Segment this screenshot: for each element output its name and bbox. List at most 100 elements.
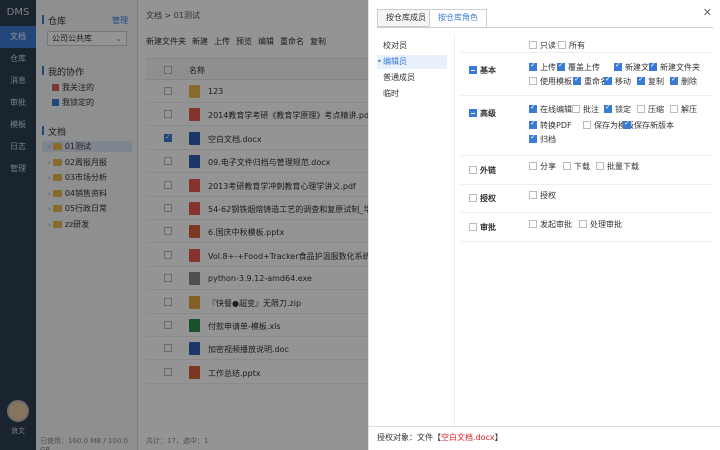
- checkbox[interactable]: [604, 103, 612, 113]
- permission-checkbox[interactable]: 授权: [529, 190, 556, 201]
- checkbox[interactable]: [583, 121, 591, 129]
- checkbox[interactable]: [529, 133, 537, 143]
- permission-label: 所有: [569, 41, 585, 50]
- role-item[interactable]: 校对员: [377, 39, 447, 53]
- checkbox[interactable]: [563, 162, 571, 170]
- permission-checkbox[interactable]: 锁定: [604, 103, 631, 115]
- checkbox[interactable]: [604, 75, 612, 85]
- auth-target-file: 空白文档.docx: [441, 433, 495, 442]
- group-label: 基本: [480, 66, 496, 75]
- checkbox[interactable]: [649, 61, 657, 71]
- permission-label: 转换PDF: [540, 121, 572, 130]
- checkbox[interactable]: [670, 105, 678, 113]
- role-item[interactable]: 编辑员: [377, 55, 447, 69]
- permission-checkbox[interactable]: 保存新版本: [623, 119, 674, 131]
- checkbox[interactable]: [529, 162, 537, 170]
- divider: [461, 212, 713, 213]
- permission-group[interactable]: 审批: [469, 222, 496, 233]
- permission-checkbox[interactable]: 删除: [670, 75, 697, 87]
- checkbox[interactable]: [670, 75, 678, 85]
- checkbox[interactable]: [614, 61, 622, 71]
- checkbox[interactable]: [558, 41, 566, 49]
- role-item[interactable]: 临时: [377, 87, 447, 101]
- permission-checkbox[interactable]: 重命名: [573, 75, 608, 87]
- app-window: DMS 文档 仓库 消息 审批 模板 日志 管理 浪文 仓库 管理 公司公共库 ⌄ 我的协作 …: [0, 0, 720, 450]
- checkbox[interactable]: [623, 119, 631, 129]
- auth-target-label: 授权对象：: [377, 433, 417, 442]
- modal-overlay[interactable]: [0, 0, 368, 450]
- group-checkbox[interactable]: [469, 194, 477, 202]
- permission-checkbox[interactable]: 下载: [563, 161, 590, 172]
- group-label: 审批: [480, 223, 496, 232]
- close-icon[interactable]: ✕: [703, 6, 712, 19]
- group-label: 外链: [480, 166, 496, 175]
- checkbox[interactable]: [596, 162, 604, 170]
- permission-checkbox[interactable]: 批量下载: [596, 161, 639, 172]
- auth-target: 授权对象：文件【空白文档.docx】: [369, 426, 720, 450]
- group-label: 授权: [480, 194, 496, 203]
- permission-label: 批量下载: [607, 162, 639, 171]
- permission-label: 发起审批: [540, 220, 572, 229]
- checkbox[interactable]: [637, 105, 645, 113]
- divider: [461, 241, 713, 242]
- permission-label: 只读: [540, 41, 556, 50]
- divider: [461, 52, 713, 53]
- permission-checkbox[interactable]: 解压: [670, 104, 697, 115]
- auth-target-prefix: 文件【: [417, 433, 441, 442]
- permission-label: 复制: [648, 77, 664, 86]
- permission-checkbox[interactable]: 只读: [529, 40, 556, 51]
- checkbox[interactable]: [637, 75, 645, 85]
- permission-group[interactable]: 高级: [469, 108, 496, 119]
- checkbox[interactable]: [557, 61, 565, 71]
- tab-by-member[interactable]: 按仓库成员: [377, 9, 435, 27]
- checkbox[interactable]: [529, 61, 537, 71]
- permission-checkbox[interactable]: 处理审批: [579, 219, 622, 230]
- permission-label: 处理审批: [590, 220, 622, 229]
- permission-label: 压缩: [648, 105, 664, 114]
- permission-label: 上传: [540, 63, 556, 72]
- auth-target-suffix: 】: [494, 433, 503, 442]
- permission-checkbox[interactable]: 归档: [529, 133, 556, 145]
- permission-checkbox[interactable]: 移动: [604, 75, 631, 87]
- permission-label: 覆盖上传: [568, 63, 600, 72]
- permission-checkbox[interactable]: 上传: [529, 61, 556, 73]
- tab-by-role[interactable]: 按仓库角色: [429, 9, 487, 27]
- checkbox[interactable]: [529, 119, 537, 129]
- permission-label: 保存新版本: [634, 121, 674, 130]
- permission-label: 授权: [540, 191, 556, 200]
- checkbox[interactable]: [573, 75, 581, 85]
- permission-checkbox[interactable]: 发起审批: [529, 219, 572, 230]
- role-item[interactable]: 普通成员: [377, 71, 447, 85]
- permission-checkbox[interactable]: 压缩: [637, 104, 664, 115]
- permission-checkbox[interactable]: 新建文件夹: [649, 61, 700, 73]
- checkbox[interactable]: [579, 220, 587, 228]
- permission-checkbox[interactable]: 所有: [558, 40, 585, 51]
- permission-checkbox[interactable]: 复制: [637, 75, 664, 87]
- group-checkbox[interactable]: [469, 166, 477, 174]
- permission-label: 分享: [540, 162, 556, 171]
- divider: [461, 155, 713, 156]
- permission-label: 下载: [574, 162, 590, 171]
- permission-checkbox[interactable]: 批注: [572, 104, 599, 115]
- permission-group[interactable]: 外链: [469, 165, 496, 176]
- permission-label: 新建文件夹: [660, 63, 700, 72]
- group-checkbox[interactable]: [469, 223, 477, 231]
- permission-label: 归档: [540, 135, 556, 144]
- checkbox[interactable]: [572, 105, 580, 113]
- checkbox[interactable]: [529, 41, 537, 49]
- permission-label: 批注: [583, 105, 599, 114]
- role-list: 校对员编辑员普通成员临时: [377, 34, 455, 426]
- permission-checkbox[interactable]: 转换PDF: [529, 119, 572, 131]
- checkbox[interactable]: [529, 220, 537, 228]
- checkbox[interactable]: [529, 77, 537, 85]
- permission-group[interactable]: 授权: [469, 193, 496, 204]
- checkbox[interactable]: [529, 191, 537, 199]
- permission-checkbox[interactable]: 使用模板: [529, 76, 572, 87]
- permission-group[interactable]: 基本: [469, 65, 496, 76]
- permission-checkbox[interactable]: 覆盖上传: [557, 61, 600, 73]
- permission-checkbox[interactable]: 在线编辑: [529, 103, 572, 115]
- checkbox[interactable]: [529, 103, 537, 113]
- permission-checkbox[interactable]: 分享: [529, 161, 556, 172]
- group-checkbox[interactable]: [469, 66, 477, 74]
- group-checkbox[interactable]: [469, 109, 477, 117]
